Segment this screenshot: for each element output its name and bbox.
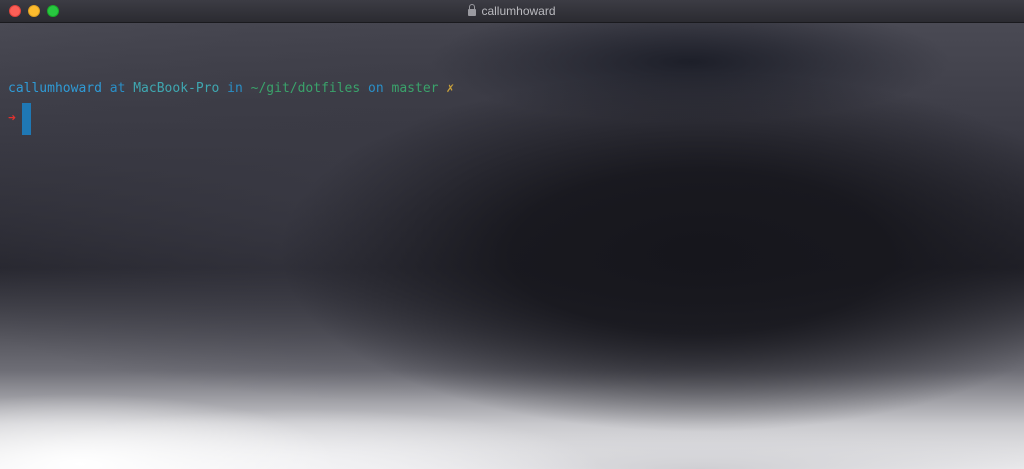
prompt-symbol: ➜ <box>8 111 16 126</box>
background-wallpaper-snow <box>0 379 1024 469</box>
window-title: callumhoward <box>481 4 556 18</box>
terminal-content[interactable]: callumhoward at MacBook-Pro in ~/git/dot… <box>0 22 1024 469</box>
lock-icon <box>468 4 477 16</box>
title-bar[interactable]: callumhoward <box>0 0 1024 23</box>
prompt-git-status: ✗ <box>438 81 455 96</box>
prompt-host: MacBook-Pro <box>133 81 220 96</box>
prompt-branch: master <box>391 81 439 96</box>
input-line[interactable]: ➜ <box>8 102 31 136</box>
prompt-at: at <box>101 81 134 96</box>
prompt-in: in <box>219 81 251 96</box>
prompt-user: callumhoward <box>8 81 102 96</box>
text-cursor <box>21 103 31 135</box>
window-title-area: callumhoward <box>0 3 1024 19</box>
prompt-path: ~/git/dotfiles <box>250 81 361 96</box>
prompt-line: callumhoward at MacBook-Pro in ~/git/dot… <box>8 80 454 98</box>
prompt-on: on <box>360 81 392 96</box>
terminal-window: callumhoward callumhoward at MacBook-Pro… <box>0 0 1024 469</box>
